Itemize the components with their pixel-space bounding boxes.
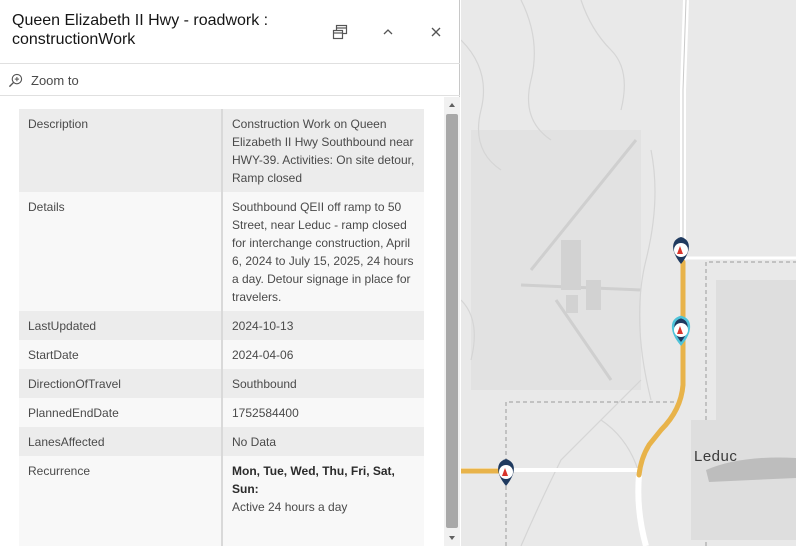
field-name: Recurrence: [19, 456, 223, 546]
dock-icon: [332, 24, 348, 40]
field-value: 1752584400: [232, 406, 299, 420]
dock-button[interactable]: [325, 17, 355, 47]
popup-content: Description Construction Work on Queen E…: [0, 97, 444, 546]
popup-scrollbar[interactable]: [444, 97, 460, 546]
close-icon: [431, 27, 441, 37]
table-row: StartDate 2024-04-06: [19, 340, 424, 369]
place-label-leduc: Leduc: [694, 448, 738, 465]
field-name: LastUpdated: [19, 311, 223, 340]
map-view[interactable]: Leduc: [461, 0, 796, 546]
table-row: Recurrence Mon, Tue, Wed, Thu, Fri, Sat,…: [19, 456, 424, 546]
residential-blocks: [691, 280, 796, 540]
roadwork-marker[interactable]: [673, 237, 689, 264]
scroll-down-button[interactable]: [444, 530, 460, 546]
field-value: No Data: [232, 435, 277, 449]
field-name: PlannedEndDate: [19, 398, 223, 427]
attribute-table: Description Construction Work on Queen E…: [19, 109, 424, 546]
close-button[interactable]: [421, 17, 451, 47]
popup-actions: Zoom to: [0, 64, 460, 96]
table-row: Description Construction Work on Queen E…: [19, 109, 424, 192]
field-name: LanesAffected: [19, 427, 223, 456]
field-name: StartDate: [19, 340, 223, 369]
chevron-up-icon: [383, 29, 393, 35]
zoom-in-icon: [8, 73, 23, 87]
table-row: PlannedEndDate 1752584400: [19, 398, 424, 427]
roadwork-marker-selected[interactable]: [671, 315, 691, 346]
field-value: Mon, Tue, Wed, Thu, Fri, Sat, Sun: Activ…: [222, 456, 424, 546]
table-row: LastUpdated 2024-10-13: [19, 311, 424, 340]
field-value: 2024-10-13: [232, 319, 294, 333]
feature-popup: Queen Elizabeth II Hwy - roadwork : cons…: [0, 0, 460, 546]
field-value: 2024-04-06: [232, 348, 294, 362]
roadwork-marker[interactable]: [498, 459, 514, 486]
zoom-to-label: Zoom to: [31, 72, 79, 88]
airport-area: [471, 130, 641, 390]
roadwork-segment[interactable]: [636, 259, 686, 478]
field-name: Description: [19, 109, 223, 192]
table-row: Details Southbound QEII off ramp to 50 S…: [19, 192, 424, 311]
scroll-down-arrow-icon: [449, 536, 455, 540]
field-value: Southbound QEII off ramp to 50 Street, n…: [232, 200, 414, 304]
scroll-up-button[interactable]: [444, 97, 460, 113]
collapse-button[interactable]: [373, 17, 403, 47]
scrollbar-thumb[interactable]: [446, 114, 458, 528]
popup-header: Queen Elizabeth II Hwy - roadwork : cons…: [0, 0, 460, 64]
table-row: DirectionOfTravel Southbound: [19, 369, 424, 398]
field-value: Southbound: [232, 377, 297, 391]
zoom-to-button[interactable]: Zoom to: [8, 71, 79, 89]
scroll-up-arrow-icon: [449, 103, 455, 107]
field-name: DirectionOfTravel: [19, 369, 223, 398]
field-name: Details: [19, 192, 223, 311]
recurrence-days: Mon, Tue, Wed, Thu, Fri, Sat, Sun:: [232, 464, 395, 496]
highway-south: [635, 474, 649, 546]
recurrence-hours: Active 24 hours a day: [232, 500, 348, 514]
basemap: [461, 0, 796, 546]
table-row: LanesAffected No Data: [19, 427, 424, 456]
popup-title: Queen Elizabeth II Hwy - roadwork : cons…: [12, 12, 269, 48]
field-value: Construction Work on Queen Elizabeth II …: [232, 117, 415, 185]
